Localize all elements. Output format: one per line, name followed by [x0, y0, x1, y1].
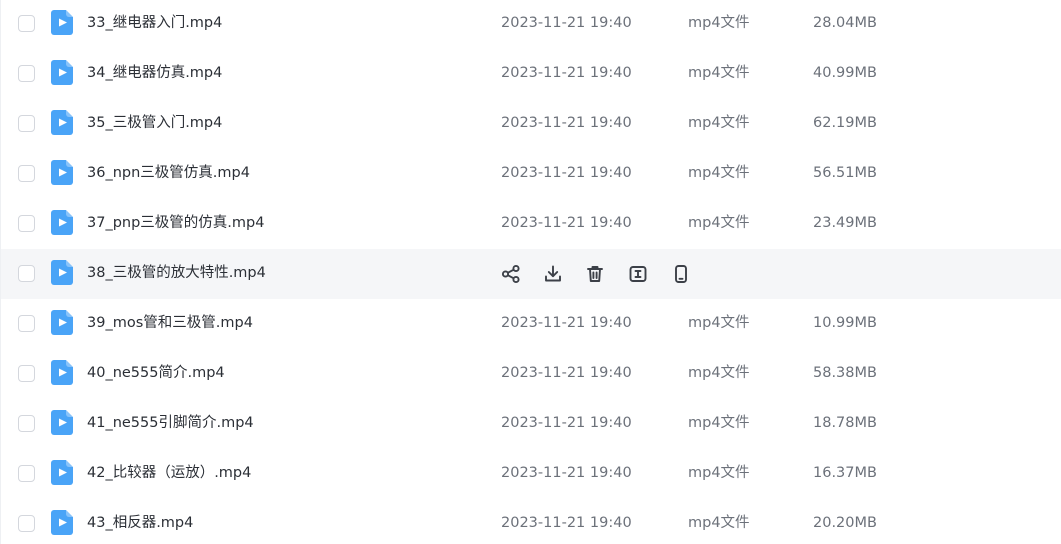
video-file-icon [51, 460, 73, 485]
file-size: 18.78MB [813, 415, 877, 431]
file-name[interactable]: 41_ne555引脚简介.mp4 [87, 399, 254, 448]
video-file-icon [51, 110, 73, 135]
file-row[interactable]: 37_pnp三极管的仿真.mp4 2023-11-21 19:40 mp4文件 23.… [1, 199, 1061, 249]
file-date: 2023-11-21 19:40 [501, 415, 632, 431]
file-row[interactable]: 34_继电器仿真.mp4 2023-11-21 19:40 mp4文件 40.99MB [1, 49, 1061, 99]
file-row[interactable]: 35_三极管入门.mp4 2023-11-21 19:40 mp4文件 62.19MB [1, 99, 1061, 149]
file-size: 58.38MB [813, 365, 877, 381]
file-size: 23.49MB [813, 215, 877, 231]
file-date: 2023-11-21 19:40 [501, 65, 632, 81]
file-size: 20.20MB [813, 515, 877, 531]
file-name[interactable]: 34_继电器仿真.mp4 [87, 49, 222, 98]
file-name[interactable]: 43_相反器.mp4 [87, 499, 193, 544]
row-checkbox[interactable] [18, 515, 35, 532]
row-checkbox[interactable] [18, 415, 35, 432]
file-row[interactable]: 40_ne555简介.mp4 2023-11-21 19:40 mp4文件 58.38… [1, 349, 1061, 399]
phone-icon [669, 262, 693, 286]
video-file-icon [51, 260, 73, 285]
file-size: 56.51MB [813, 165, 877, 181]
file-date: 2023-11-21 19:40 [501, 365, 632, 381]
rename-button[interactable] [626, 262, 650, 286]
video-file-icon [51, 360, 73, 385]
rename-icon [626, 262, 650, 286]
file-type: mp4文件 [688, 415, 750, 431]
row-checkbox[interactable] [18, 115, 35, 132]
file-row[interactable]: 41_ne555引脚简介.mp4 2023-11-21 19:40 mp4文件 18.… [1, 399, 1061, 449]
file-name[interactable]: 39_mos管和三极管.mp4 [87, 299, 253, 348]
file-row[interactable]: 39_mos管和三极管.mp4 2023-11-21 19:40 mp4文件 10.9… [1, 299, 1061, 349]
row-checkbox[interactable] [18, 65, 35, 82]
file-name[interactable]: 42_比较器（运放）.mp4 [87, 449, 251, 498]
file-type: mp4文件 [688, 465, 750, 481]
file-type: mp4文件 [688, 515, 750, 531]
download-button[interactable] [541, 262, 565, 286]
delete-icon [583, 262, 607, 286]
file-row[interactable]: 42_比较器（运放）.mp4 2023-11-21 19:40 mp4文件 16.37… [1, 449, 1061, 499]
file-date: 2023-11-21 19:40 [501, 315, 632, 331]
file-type: mp4文件 [688, 365, 750, 381]
share-button[interactable] [499, 262, 523, 286]
file-type: mp4文件 [688, 115, 750, 131]
row-checkbox[interactable] [18, 465, 35, 482]
file-type: mp4文件 [688, 215, 750, 231]
row-checkbox[interactable] [18, 15, 35, 32]
row-checkbox[interactable] [18, 365, 35, 382]
phone-button[interactable] [669, 262, 693, 286]
video-file-icon [51, 510, 73, 535]
video-file-icon [51, 60, 73, 85]
file-size: 62.19MB [813, 115, 877, 131]
file-row[interactable]: 43_相反器.mp4 2023-11-21 19:40 mp4文件 20.20MB [1, 499, 1061, 544]
file-date: 2023-11-21 19:40 [501, 515, 632, 531]
file-date: 2023-11-21 19:40 [501, 215, 632, 231]
video-file-icon [51, 310, 73, 335]
row-checkbox[interactable] [18, 315, 35, 332]
file-name[interactable]: 35_三极管入门.mp4 [87, 99, 222, 148]
file-size: 40.99MB [813, 65, 877, 81]
video-file-icon [51, 10, 73, 35]
file-date: 2023-11-21 19:40 [501, 465, 632, 481]
file-size: 28.04MB [813, 15, 877, 31]
file-name[interactable]: 40_ne555简介.mp4 [87, 349, 225, 398]
file-date: 2023-11-21 19:40 [501, 15, 632, 31]
file-type: mp4文件 [688, 315, 750, 331]
file-list: 33_继电器入门.mp4 2023-11-21 19:40 mp4文件 28.04MB… [0, 0, 1061, 544]
video-file-icon [51, 410, 73, 435]
file-row[interactable]: 33_继电器入门.mp4 2023-11-21 19:40 mp4文件 28.04MB [1, 0, 1061, 49]
delete-button[interactable] [583, 262, 607, 286]
file-type: mp4文件 [688, 15, 750, 31]
file-type: mp4文件 [688, 165, 750, 181]
download-icon [541, 262, 565, 286]
file-name[interactable]: 38_三极管的放大特性.mp4 [87, 249, 266, 298]
file-name[interactable]: 33_继电器入门.mp4 [87, 0, 222, 48]
file-row[interactable]: 38_三极管的放大特性.mp4 [1, 249, 1061, 299]
file-date: 2023-11-21 19:40 [501, 115, 632, 131]
share-icon [499, 262, 523, 286]
file-date: 2023-11-21 19:40 [501, 165, 632, 181]
video-file-icon [51, 210, 73, 235]
video-file-icon [51, 160, 73, 185]
file-type: mp4文件 [688, 65, 750, 81]
row-checkbox[interactable] [18, 165, 35, 182]
file-name[interactable]: 36_npn三极管仿真.mp4 [87, 149, 250, 198]
row-checkbox[interactable] [18, 265, 35, 282]
file-name[interactable]: 37_pnp三极管的仿真.mp4 [87, 199, 264, 248]
file-size: 10.99MB [813, 315, 877, 331]
file-row[interactable]: 36_npn三极管仿真.mp4 2023-11-21 19:40 mp4文件 56.5… [1, 149, 1061, 199]
file-size: 16.37MB [813, 465, 877, 481]
row-checkbox[interactable] [18, 215, 35, 232]
